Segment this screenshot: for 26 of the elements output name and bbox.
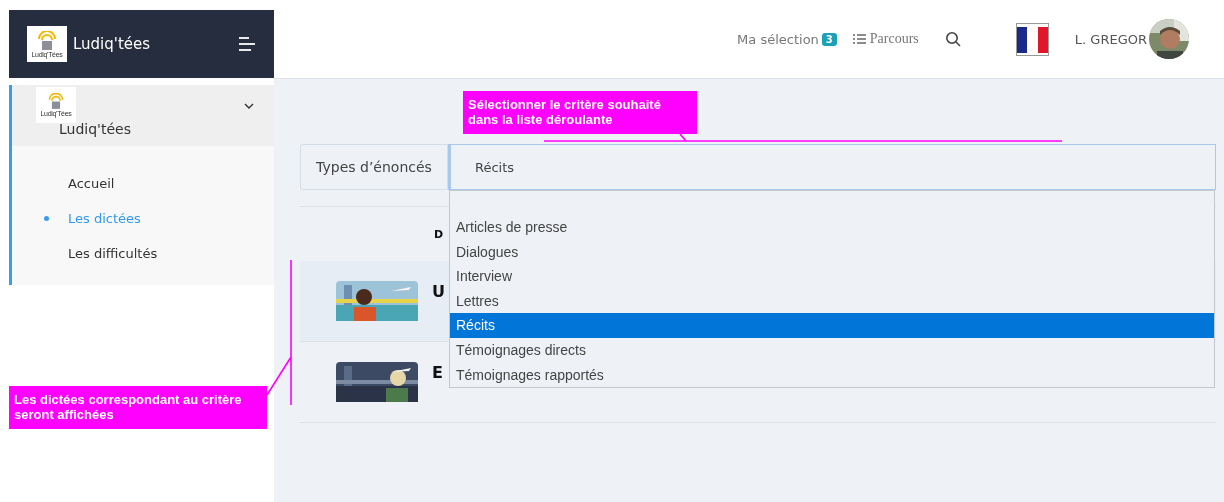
dropdown-option[interactable]: Lettres: [450, 288, 1214, 314]
filter-label: Types d’énoncés: [300, 144, 448, 190]
selection-link[interactable]: Ma sélection: [737, 31, 819, 47]
callout: Sélectionner le critère souhaité dans la liste déroulante: [463, 91, 697, 134]
dropdown-option[interactable]: Interview: [450, 264, 1214, 289]
flag-icon[interactable]: [1015, 22, 1049, 56]
dropdown-option[interactable]: Récits: [450, 313, 1214, 338]
search-icon[interactable]: [944, 31, 961, 47]
menu-icon[interactable]: [238, 37, 256, 51]
dropdown-option[interactable]: Témoignages rapportés: [450, 362, 1214, 388]
row-title: E: [432, 362, 443, 382]
list-icon: [852, 34, 866, 44]
sidebar-item[interactable]: Les difficultés: [68, 246, 158, 261]
column-header: D: [434, 227, 444, 241]
sidebar-item[interactable]: Accueil: [68, 176, 115, 191]
callout: Les dictées correspondant au critère seront affichées: [9, 386, 267, 429]
chevron-icon: [244, 103, 254, 109]
dropdown-option[interactable]: Articles de presse: [450, 215, 1214, 240]
dropdown-option[interactable]: Témoignages directs: [450, 337, 1214, 363]
parcours-link[interactable]: Parcours: [869, 31, 919, 47]
dropdown-option[interactable]: Dialogues: [450, 239, 1214, 265]
row-title: U: [432, 281, 445, 301]
app-title: Ludiq'tées: [73, 35, 152, 53]
bullet-icon: [44, 216, 49, 221]
user-name[interactable]: L. GREGOR: [1074, 31, 1147, 47]
count-badge: 3: [821, 32, 837, 46]
